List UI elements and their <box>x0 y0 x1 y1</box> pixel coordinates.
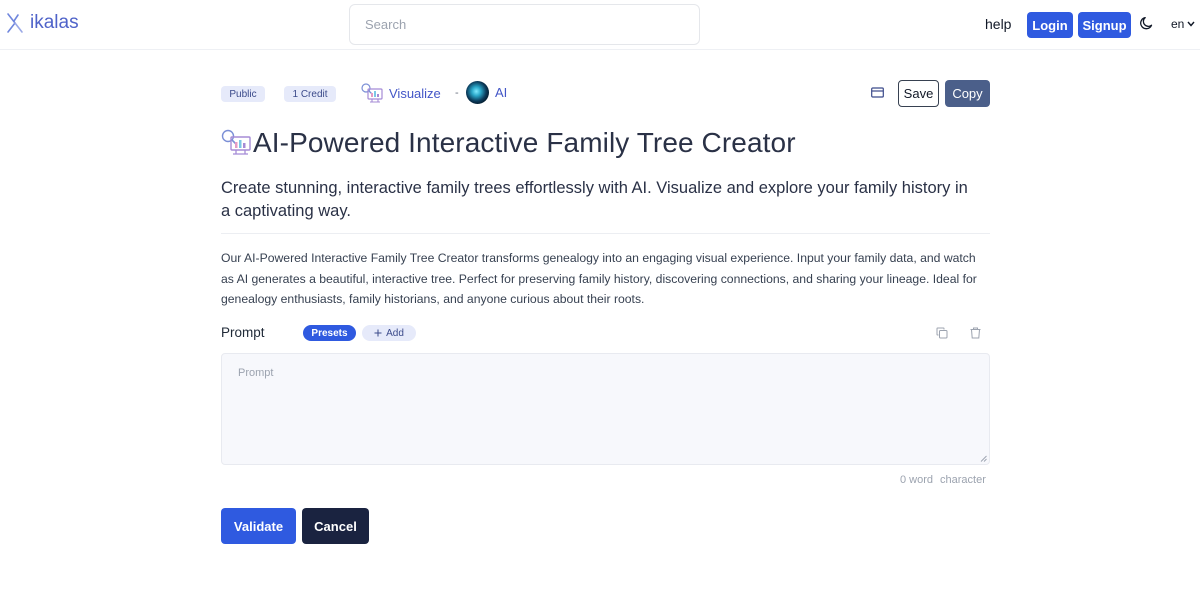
visualize-icon <box>361 83 383 103</box>
category-link[interactable]: Visualize <box>360 82 441 104</box>
search-input[interactable] <box>350 5 699 44</box>
prompt-textarea-wrapper <box>221 353 990 465</box>
visualize-icon <box>221 129 251 155</box>
credit-card-icon[interactable] <box>871 87 884 98</box>
add-button[interactable]: Add <box>362 325 416 341</box>
visibility-badge: Public <box>221 86 265 102</box>
cancel-button[interactable]: Cancel <box>302 508 369 544</box>
page-subtitle: Create stunning, interactive family tree… <box>221 179 968 220</box>
presets-button[interactable]: Presets <box>303 325 356 341</box>
search-box[interactable] <box>349 4 700 45</box>
prompt-textarea[interactable] <box>222 354 989 464</box>
signup-button[interactable]: Signup <box>1078 12 1131 38</box>
validate-button[interactable]: Validate <box>221 508 296 544</box>
page-title-row: AI-Powered Interactive Family Tree Creat… <box>220 127 796 159</box>
logo-text: ikalas <box>30 12 79 33</box>
copy-icon[interactable] <box>936 327 948 339</box>
save-button[interactable]: Save <box>898 80 939 107</box>
page-title: AI-Powered Interactive Family Tree Creat… <box>253 127 796 158</box>
model-label: AI <box>495 85 508 100</box>
divider <box>221 233 990 234</box>
prompt-counter: 0 word character <box>900 474 986 486</box>
moon-icon[interactable] <box>1140 16 1154 30</box>
login-button[interactable]: Login <box>1027 12 1073 38</box>
model-link[interactable]: AI <box>466 81 507 104</box>
credit-badge: 1 Credit <box>284 86 336 102</box>
trash-icon[interactable] <box>970 327 981 339</box>
word-count: 0 word <box>900 474 934 486</box>
copy-button[interactable]: Copy <box>945 80 990 107</box>
logo[interactable]: ikalas <box>6 12 79 34</box>
help-link[interactable]: help <box>985 16 1011 32</box>
add-label: Add <box>386 327 404 339</box>
language-selector[interactable]: en <box>1171 17 1195 31</box>
resize-handle-icon[interactable] <box>980 455 987 462</box>
character-count: character <box>940 474 986 486</box>
ikalas-logo-icon <box>7 13 23 33</box>
language-label: en <box>1171 17 1185 31</box>
top-navbar: ikalas help Login Signup en <box>0 0 1200 50</box>
prompt-label: Prompt <box>221 325 265 340</box>
category-label: Visualize <box>389 85 441 101</box>
page-description: Our AI-Powered Interactive Family Tree C… <box>221 251 977 306</box>
chevron-down-icon <box>1187 21 1195 27</box>
ai-avatar <box>466 81 489 104</box>
separator: - <box>455 87 459 99</box>
plus-icon <box>374 329 382 337</box>
